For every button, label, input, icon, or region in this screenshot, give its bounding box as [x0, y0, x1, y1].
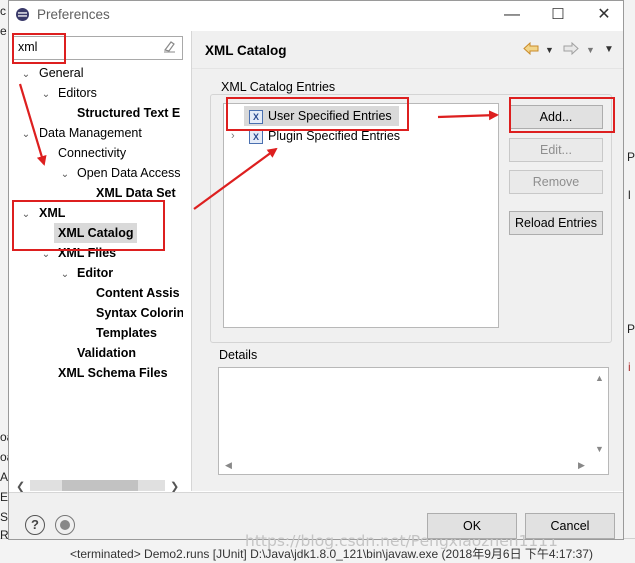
- annotation-arrows: [18, 83, 499, 210]
- annotation-arrow-to-add: [437, 110, 499, 121]
- annotation-arrow-down: [18, 83, 47, 166]
- annotation-arrow-to-entries: [193, 147, 278, 210]
